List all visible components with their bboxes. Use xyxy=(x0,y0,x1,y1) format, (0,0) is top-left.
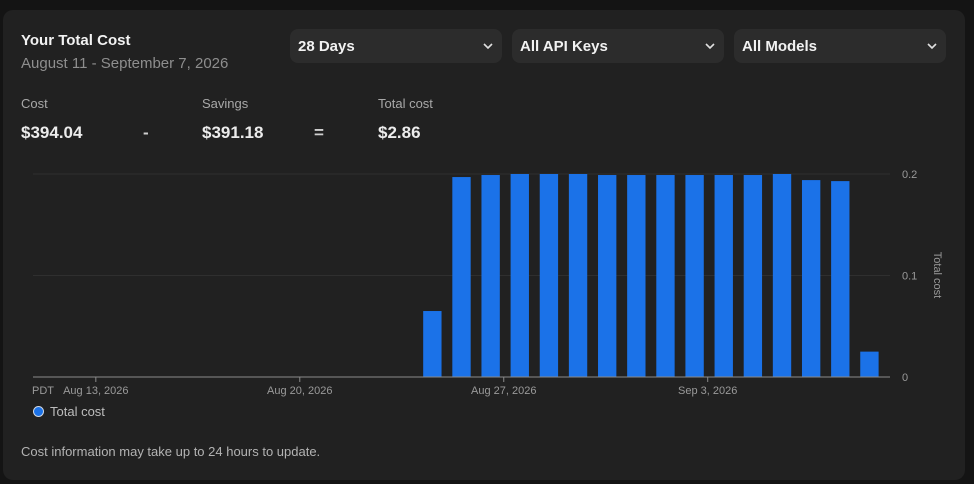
bar xyxy=(539,174,559,377)
bar xyxy=(423,311,442,377)
bar xyxy=(627,175,646,377)
bar xyxy=(801,180,821,377)
minus-operator: - xyxy=(143,123,149,142)
chevron-down-icon xyxy=(483,43,493,50)
bar xyxy=(685,175,704,377)
y-tick-label: 0 xyxy=(902,372,908,384)
legend-swatch xyxy=(33,406,44,417)
bar xyxy=(481,175,500,377)
bar xyxy=(831,181,850,377)
equals-operator: = xyxy=(314,123,324,142)
total-cost-value: $2.86 xyxy=(378,123,421,142)
chart-legend[interactable]: Total cost xyxy=(33,404,105,419)
y-tick-label: 0.1 xyxy=(902,271,917,283)
period-select[interactable]: 28 Days xyxy=(290,29,502,63)
x-tick-label: Sep 3, 2026 xyxy=(678,385,737,397)
bar xyxy=(510,174,529,377)
api-keys-select[interactable]: All API Keys xyxy=(512,29,724,63)
total-cost-label: Total cost xyxy=(378,96,433,111)
bar xyxy=(743,175,763,377)
y-axis-title: Total cost xyxy=(931,252,943,298)
x-tick-label: Aug 20, 2026 xyxy=(267,385,332,397)
models-select[interactable]: All Models xyxy=(734,29,946,63)
card-title: Your Total Cost xyxy=(21,32,131,49)
bar xyxy=(452,177,471,377)
bar xyxy=(568,174,588,377)
cost-label: Cost xyxy=(21,96,48,111)
legend-label: Total cost xyxy=(50,404,105,419)
models-select-value: All Models xyxy=(742,37,818,55)
bar xyxy=(598,175,617,377)
bar xyxy=(714,175,733,377)
date-range: August 11 - September 7, 2026 xyxy=(21,55,229,72)
chevron-down-icon xyxy=(927,43,937,50)
bar xyxy=(772,174,792,377)
total-cost-bar-chart: 0 0.1 0.2 Total cost PDT Aug 13, 2026 Aug 20, … xyxy=(32,169,943,397)
savings-label: Savings xyxy=(202,96,249,111)
update-note: Cost information may take up to 24 hours… xyxy=(21,444,321,459)
x-tick-label: Aug 13, 2026 xyxy=(63,385,128,397)
bar xyxy=(860,351,879,377)
api-keys-select-value: All API Keys xyxy=(520,37,608,55)
bar xyxy=(656,175,675,377)
y-tick-label: 0.2 xyxy=(902,169,917,181)
x-tick-label: Aug 27, 2026 xyxy=(471,385,536,397)
total-cost-card: Your Total Cost August 11 - September 7,… xyxy=(3,10,965,480)
cost-value: $394.04 xyxy=(21,123,83,142)
chevron-down-icon xyxy=(705,43,715,50)
period-select-value: 28 Days xyxy=(298,37,355,55)
savings-value: $391.18 xyxy=(202,123,264,142)
x-axis-timezone: PDT xyxy=(32,385,54,397)
